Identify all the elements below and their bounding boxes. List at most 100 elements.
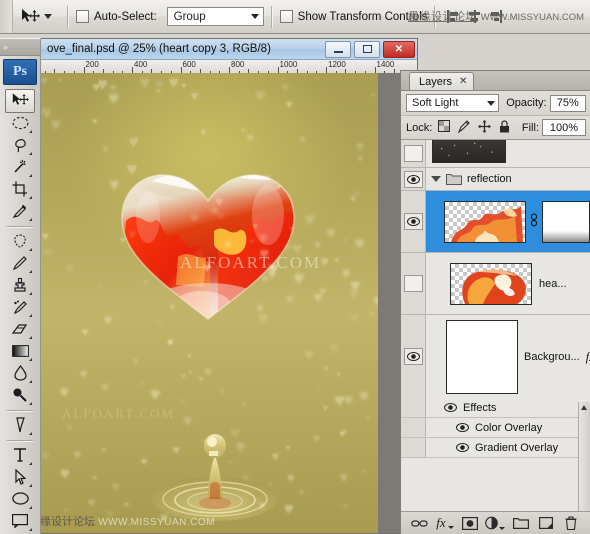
layer-visibility-cell[interactable] [401, 168, 426, 190]
layer-thumbnail-dark-speckle[interactable] [432, 140, 506, 163]
ellipse-shape-tool[interactable] [6, 489, 34, 511]
effects-visibility-cell[interactable] [401, 398, 426, 417]
layer-row-heart[interactable]: hea... [401, 253, 590, 315]
bokeh-heart: ♥ [92, 81, 100, 95]
crop-tool[interactable] [6, 179, 34, 201]
document-canvas[interactable]: ALFOART.COM ALFOART.COM ♥ ♥ ♥ ♥ ♥ ♥ ♥ ♥ … [40, 73, 378, 533]
fill-input[interactable]: 100% [542, 119, 586, 136]
opacity-input[interactable]: 75% [549, 94, 586, 112]
align-left-edges-icon[interactable] [447, 9, 462, 24]
blur-tool[interactable] [6, 363, 34, 385]
layer-row-partial[interactable] [401, 140, 590, 168]
lasso-tool[interactable] [6, 135, 34, 157]
eraser-tool[interactable] [6, 319, 34, 341]
brush-tool-icon [12, 255, 28, 274]
eye-icon[interactable] [403, 145, 423, 162]
layer-row-background[interactable]: Backgrou... fx [401, 315, 590, 398]
layer-thumbnail-background[interactable] [446, 319, 518, 394]
layer-visibility-cell[interactable] [401, 253, 426, 314]
ruler-label: 1400 [376, 60, 395, 69]
minimize-button[interactable] [325, 40, 351, 58]
lock-image-pixels-icon[interactable] [458, 119, 471, 136]
layer-visibility-cell[interactable] [401, 140, 426, 167]
toolbox-collapse-button[interactable]: » [0, 39, 40, 56]
group-expand-chevron-down-icon[interactable] [431, 176, 441, 182]
eye-icon[interactable] [403, 213, 423, 230]
layer-link-icon[interactable] [530, 213, 538, 230]
effects-row[interactable]: Effects [401, 398, 590, 418]
layer-row-selected-flame[interactable] [401, 191, 590, 253]
new-fill-adjustment-layer-button[interactable] [485, 514, 506, 532]
path-selection-tool-icon [14, 468, 27, 488]
maximize-button[interactable] [354, 40, 380, 58]
delete-layer-button[interactable] [561, 514, 581, 532]
effect-visibility-cell[interactable] [401, 418, 426, 437]
scroll-up-icon[interactable] [581, 405, 587, 410]
path-selection-tool[interactable] [6, 467, 34, 489]
clone-stamp-tool[interactable] [6, 275, 34, 297]
eye-icon-off[interactable] [403, 275, 423, 292]
layer-list[interactable]: reflection hea... Backgrou... f Effects … [401, 140, 590, 511]
layer-mask-thumbnail[interactable] [542, 200, 590, 243]
collapse-icon: » [3, 42, 8, 52]
horizontal-type-tool[interactable] [6, 445, 34, 467]
eye-icon[interactable] [444, 403, 457, 412]
tool-preset-picker[interactable] [13, 7, 60, 27]
bokeh-heart: ♥ [334, 254, 340, 265]
new-layer-button[interactable] [536, 514, 556, 532]
layer-visibility-cell[interactable] [401, 191, 426, 252]
fx-icon: fx [436, 515, 446, 530]
eraser-tool-icon [11, 322, 28, 339]
show-transform-controls-checkbox[interactable] [279, 10, 293, 23]
document-title-bar[interactable]: ove_final.psd @ 25% (heart copy 3, RGB/8… [23, 39, 417, 60]
eye-icon[interactable] [456, 423, 469, 432]
options-bar-grip[interactable] [0, 0, 13, 33]
pen-tool[interactable] [6, 415, 34, 437]
add-layer-style-button[interactable]: fx [435, 514, 455, 532]
auto-select-checkbox[interactable] [76, 10, 89, 23]
canvas-viewport[interactable]: ALFOART.COM ALFOART.COM ♥ ♥ ♥ ♥ ♥ ♥ ♥ ♥ … [36, 73, 417, 533]
bokeh-heart: ♥ [41, 230, 49, 243]
tab-layers[interactable]: Layers ✕ [409, 72, 475, 90]
horizontal-ruler[interactable]: 0200400600800100012001400 [35, 60, 417, 74]
history-brush-tool[interactable] [6, 297, 34, 319]
layer-list-scrollbar[interactable] [578, 402, 590, 511]
dodge-tool[interactable] [6, 385, 34, 407]
layer-visibility-cell[interactable] [401, 315, 426, 398]
magic-wand-tool[interactable] [6, 157, 34, 179]
healing-brush-tool[interactable] [6, 231, 34, 253]
move-tool[interactable] [5, 89, 35, 113]
add-layer-mask-button[interactable] [460, 514, 480, 532]
eye-icon[interactable] [456, 443, 469, 452]
effect-row-color-overlay[interactable]: Color Overlay [401, 418, 590, 438]
options-separator [434, 5, 437, 28]
align-horizontal-centers-icon[interactable] [467, 9, 482, 24]
blend-mode-dropdown[interactable]: Soft Light [406, 94, 500, 112]
layer-style-fx-icon[interactable]: fx [586, 349, 590, 365]
new-group-button[interactable] [511, 514, 531, 532]
close-icon[interactable]: ✕ [459, 76, 467, 87]
lock-position-icon[interactable] [478, 119, 492, 136]
effect-visibility-cell[interactable] [401, 438, 426, 457]
link-layers-button[interactable] [410, 514, 430, 532]
eye-icon[interactable] [403, 170, 423, 188]
align-right-edges-icon[interactable] [487, 9, 503, 24]
lock-transparent-pixels-icon[interactable] [438, 120, 451, 135]
layer-thumbnail-flame[interactable] [444, 200, 526, 243]
layer-thumbnail-heart[interactable] [450, 262, 532, 305]
notes-tool[interactable] [6, 511, 34, 533]
lock-all-icon[interactable] [499, 119, 510, 136]
bokeh-heart: ♥ [246, 132, 254, 145]
close-button[interactable]: ✕ [383, 40, 415, 58]
eye-icon[interactable] [403, 348, 423, 365]
brush-tool[interactable] [6, 253, 34, 275]
effect-row-gradient-overlay[interactable]: Gradient Overlay [401, 438, 590, 458]
gradient-tool[interactable] [6, 341, 34, 363]
tool-flyout-indicator-icon [29, 429, 32, 435]
elliptical-marquee-tool[interactable] [6, 113, 34, 135]
auto-select-dropdown[interactable]: Group [166, 7, 264, 26]
eyedropper-tool[interactable] [6, 201, 34, 223]
bokeh-heart: ♥ [320, 252, 329, 269]
bokeh-heart: ♥ [307, 254, 312, 261]
move-tool-icon [11, 92, 29, 111]
